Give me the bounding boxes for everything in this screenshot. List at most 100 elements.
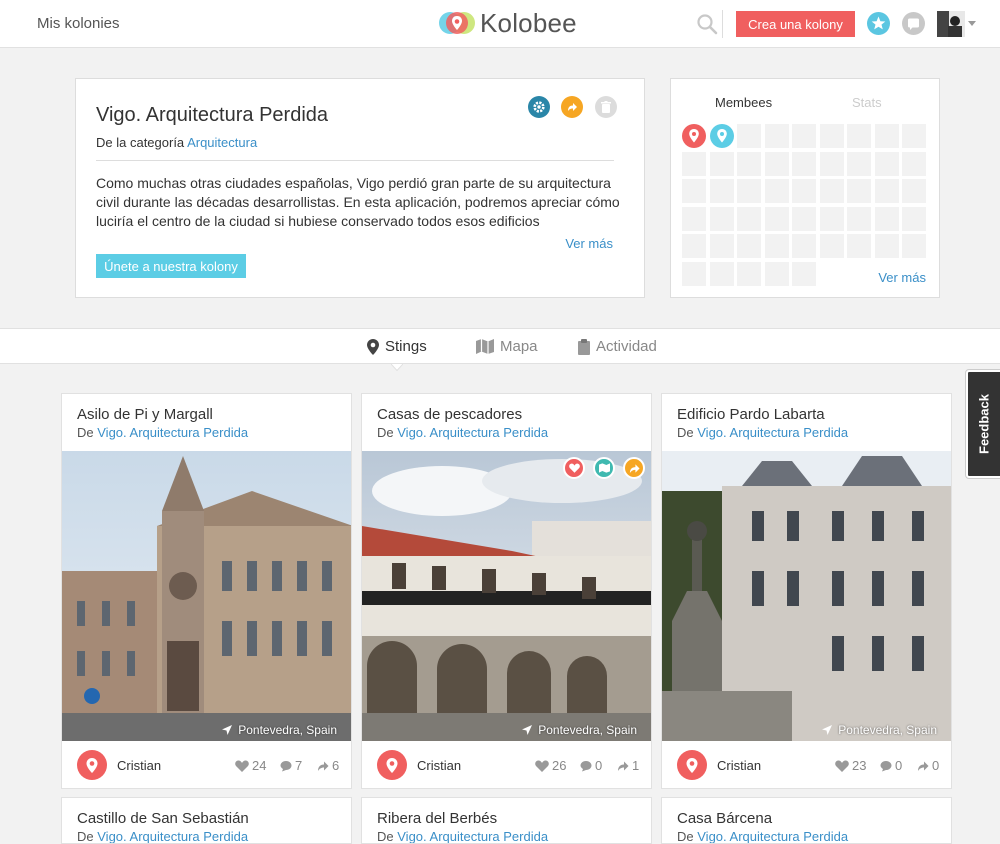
shares-count[interactable]: 1 bbox=[617, 758, 639, 773]
member-slot-empty bbox=[902, 124, 926, 148]
sting-title[interactable]: Castillo de San Sebastián bbox=[77, 810, 249, 827]
location-text: Pontevedra, Spain bbox=[838, 723, 937, 737]
sting-card[interactable]: Casas de pescadores De Vigo. Arquitectur… bbox=[361, 393, 652, 789]
tab-activity[interactable]: Actividad bbox=[578, 338, 657, 355]
sting-location: Pontevedra, Spain bbox=[821, 723, 937, 737]
shares-count[interactable]: 6 bbox=[317, 758, 339, 773]
trash-icon[interactable] bbox=[595, 96, 617, 118]
author-name[interactable]: Cristian bbox=[717, 758, 761, 773]
members-see-more-link[interactable]: Ver más bbox=[878, 270, 926, 285]
member-slot-empty bbox=[902, 152, 926, 176]
author-avatar[interactable] bbox=[377, 750, 407, 780]
sting-source: De Vigo. Arquitectura Perdida bbox=[677, 425, 848, 440]
likes-count[interactable]: 26 bbox=[535, 758, 566, 773]
my-kolonies-link[interactable]: Mis kolonies bbox=[37, 15, 120, 32]
sting-footer: Cristian 26 0 1 bbox=[362, 741, 651, 788]
settings-gear-icon[interactable] bbox=[528, 96, 550, 118]
author-avatar[interactable] bbox=[677, 750, 707, 780]
tab-stings-label: Stings bbox=[385, 338, 427, 355]
messages-icon[interactable] bbox=[902, 12, 925, 35]
source-link[interactable]: Vigo. Arquitectura Perdida bbox=[697, 829, 848, 843]
location-arrow-icon bbox=[822, 725, 833, 735]
sting-source: De Vigo. Arquitectura Perdida bbox=[377, 829, 548, 843]
member-slot-empty bbox=[765, 179, 789, 203]
like-heart-icon[interactable] bbox=[563, 457, 585, 479]
sting-title[interactable]: Ribera del Berbés bbox=[377, 810, 497, 827]
source-link[interactable]: Vigo. Arquitectura Perdida bbox=[97, 829, 248, 843]
view-on-map-icon[interactable] bbox=[593, 457, 615, 479]
source-prefix: De bbox=[677, 829, 694, 844]
create-kolony-button[interactable]: Crea una kolony bbox=[736, 11, 855, 37]
sting-card[interactable]: Castillo de San Sebastián De Vigo. Arqui… bbox=[61, 797, 352, 844]
sting-card[interactable]: Edificio Pardo Labarta De Vigo. Arquitec… bbox=[661, 393, 952, 789]
comments-count[interactable]: 0 bbox=[580, 758, 602, 773]
member-slot-empty bbox=[792, 124, 816, 148]
comment-icon bbox=[280, 760, 292, 771]
sting-title[interactable]: Casas de pescadores bbox=[377, 406, 522, 423]
member-slot-empty bbox=[710, 207, 734, 231]
user-avatar[interactable] bbox=[937, 11, 965, 37]
sting-title[interactable]: Asilo de Pi y Margall bbox=[77, 406, 213, 423]
comments-count[interactable]: 0 bbox=[880, 758, 902, 773]
source-link[interactable]: Vigo. Arquitectura Perdida bbox=[697, 425, 848, 440]
sting-card[interactable]: Asilo de Pi y Margall De Vigo. Arquitect… bbox=[61, 393, 352, 789]
location-arrow-icon bbox=[522, 725, 533, 735]
divider bbox=[96, 160, 614, 161]
heart-icon bbox=[835, 759, 849, 772]
share-icon[interactable] bbox=[561, 96, 583, 118]
sting-card[interactable]: Casa Bárcena De Vigo. Arquitectura Perdi… bbox=[661, 797, 952, 844]
feedback-tab[interactable]: Feedback bbox=[965, 369, 1000, 479]
see-more-link[interactable]: Ver más bbox=[565, 236, 613, 251]
author-name[interactable]: Cristian bbox=[117, 758, 161, 773]
member-slot-empty bbox=[792, 207, 816, 231]
tab-members[interactable]: Membees bbox=[715, 95, 772, 110]
favorites-star-icon[interactable] bbox=[867, 12, 890, 35]
member-avatar[interactable] bbox=[710, 124, 734, 148]
member-avatar[interactable] bbox=[682, 124, 706, 148]
category-link[interactable]: Arquitectura bbox=[187, 135, 257, 150]
author-avatar[interactable] bbox=[77, 750, 107, 780]
location-arrow-icon bbox=[222, 725, 233, 735]
kolobee-logo-icon bbox=[439, 12, 475, 34]
user-menu-caret-icon[interactable] bbox=[968, 21, 976, 26]
brand-name: Kolobee bbox=[480, 7, 577, 38]
member-slot-empty bbox=[737, 179, 761, 203]
author-name[interactable]: Cristian bbox=[417, 758, 461, 773]
comments-count[interactable]: 7 bbox=[280, 758, 302, 773]
member-slot-empty bbox=[820, 179, 844, 203]
likes-count[interactable]: 23 bbox=[835, 758, 866, 773]
top-navbar: Mis kolonies Kolobee Crea una kolony bbox=[0, 0, 1000, 48]
shares-value: 6 bbox=[332, 758, 340, 773]
sting-card[interactable]: Ribera del Berbés De Vigo. Arquitectura … bbox=[361, 797, 652, 844]
sting-title[interactable]: Edificio Pardo Labarta bbox=[677, 406, 825, 423]
source-link[interactable]: Vigo. Arquitectura Perdida bbox=[397, 425, 548, 440]
search-icon[interactable] bbox=[696, 13, 718, 35]
member-slot-empty bbox=[847, 207, 871, 231]
member-slot-empty bbox=[737, 207, 761, 231]
likes-value: 24 bbox=[252, 758, 267, 773]
member-slot-empty bbox=[820, 152, 844, 176]
tab-stats[interactable]: Stats bbox=[852, 95, 882, 110]
shares-count[interactable]: 0 bbox=[917, 758, 939, 773]
header-divider bbox=[722, 10, 723, 38]
member-slot-empty bbox=[847, 152, 871, 176]
source-link[interactable]: Vigo. Arquitectura Perdida bbox=[97, 425, 248, 440]
sting-title[interactable]: Casa Bárcena bbox=[677, 810, 772, 827]
join-kolony-button[interactable]: Únete a nuestra kolony bbox=[96, 254, 246, 278]
tab-activity-label: Actividad bbox=[596, 338, 657, 355]
comments-value: 0 bbox=[595, 758, 603, 773]
kolobee-pin-icon bbox=[686, 758, 698, 773]
tab-stings[interactable]: Stings bbox=[367, 338, 427, 355]
tab-map[interactable]: Mapa bbox=[476, 338, 538, 355]
sting-footer: Cristian 24 7 6 bbox=[62, 741, 351, 788]
source-prefix: De bbox=[77, 425, 94, 440]
share-icon[interactable] bbox=[623, 457, 645, 479]
brand-logo[interactable]: Kolobee bbox=[438, 7, 577, 39]
likes-count[interactable]: 24 bbox=[235, 758, 266, 773]
source-link[interactable]: Vigo. Arquitectura Perdida bbox=[397, 829, 548, 843]
sting-photo[interactable]: Pontevedra, Spain bbox=[362, 451, 651, 741]
sting-photo[interactable]: Pontevedra, Spain bbox=[62, 451, 351, 741]
member-slot-empty bbox=[875, 234, 899, 258]
sting-photo[interactable]: Pontevedra, Spain bbox=[662, 451, 951, 741]
member-slot-empty bbox=[737, 152, 761, 176]
